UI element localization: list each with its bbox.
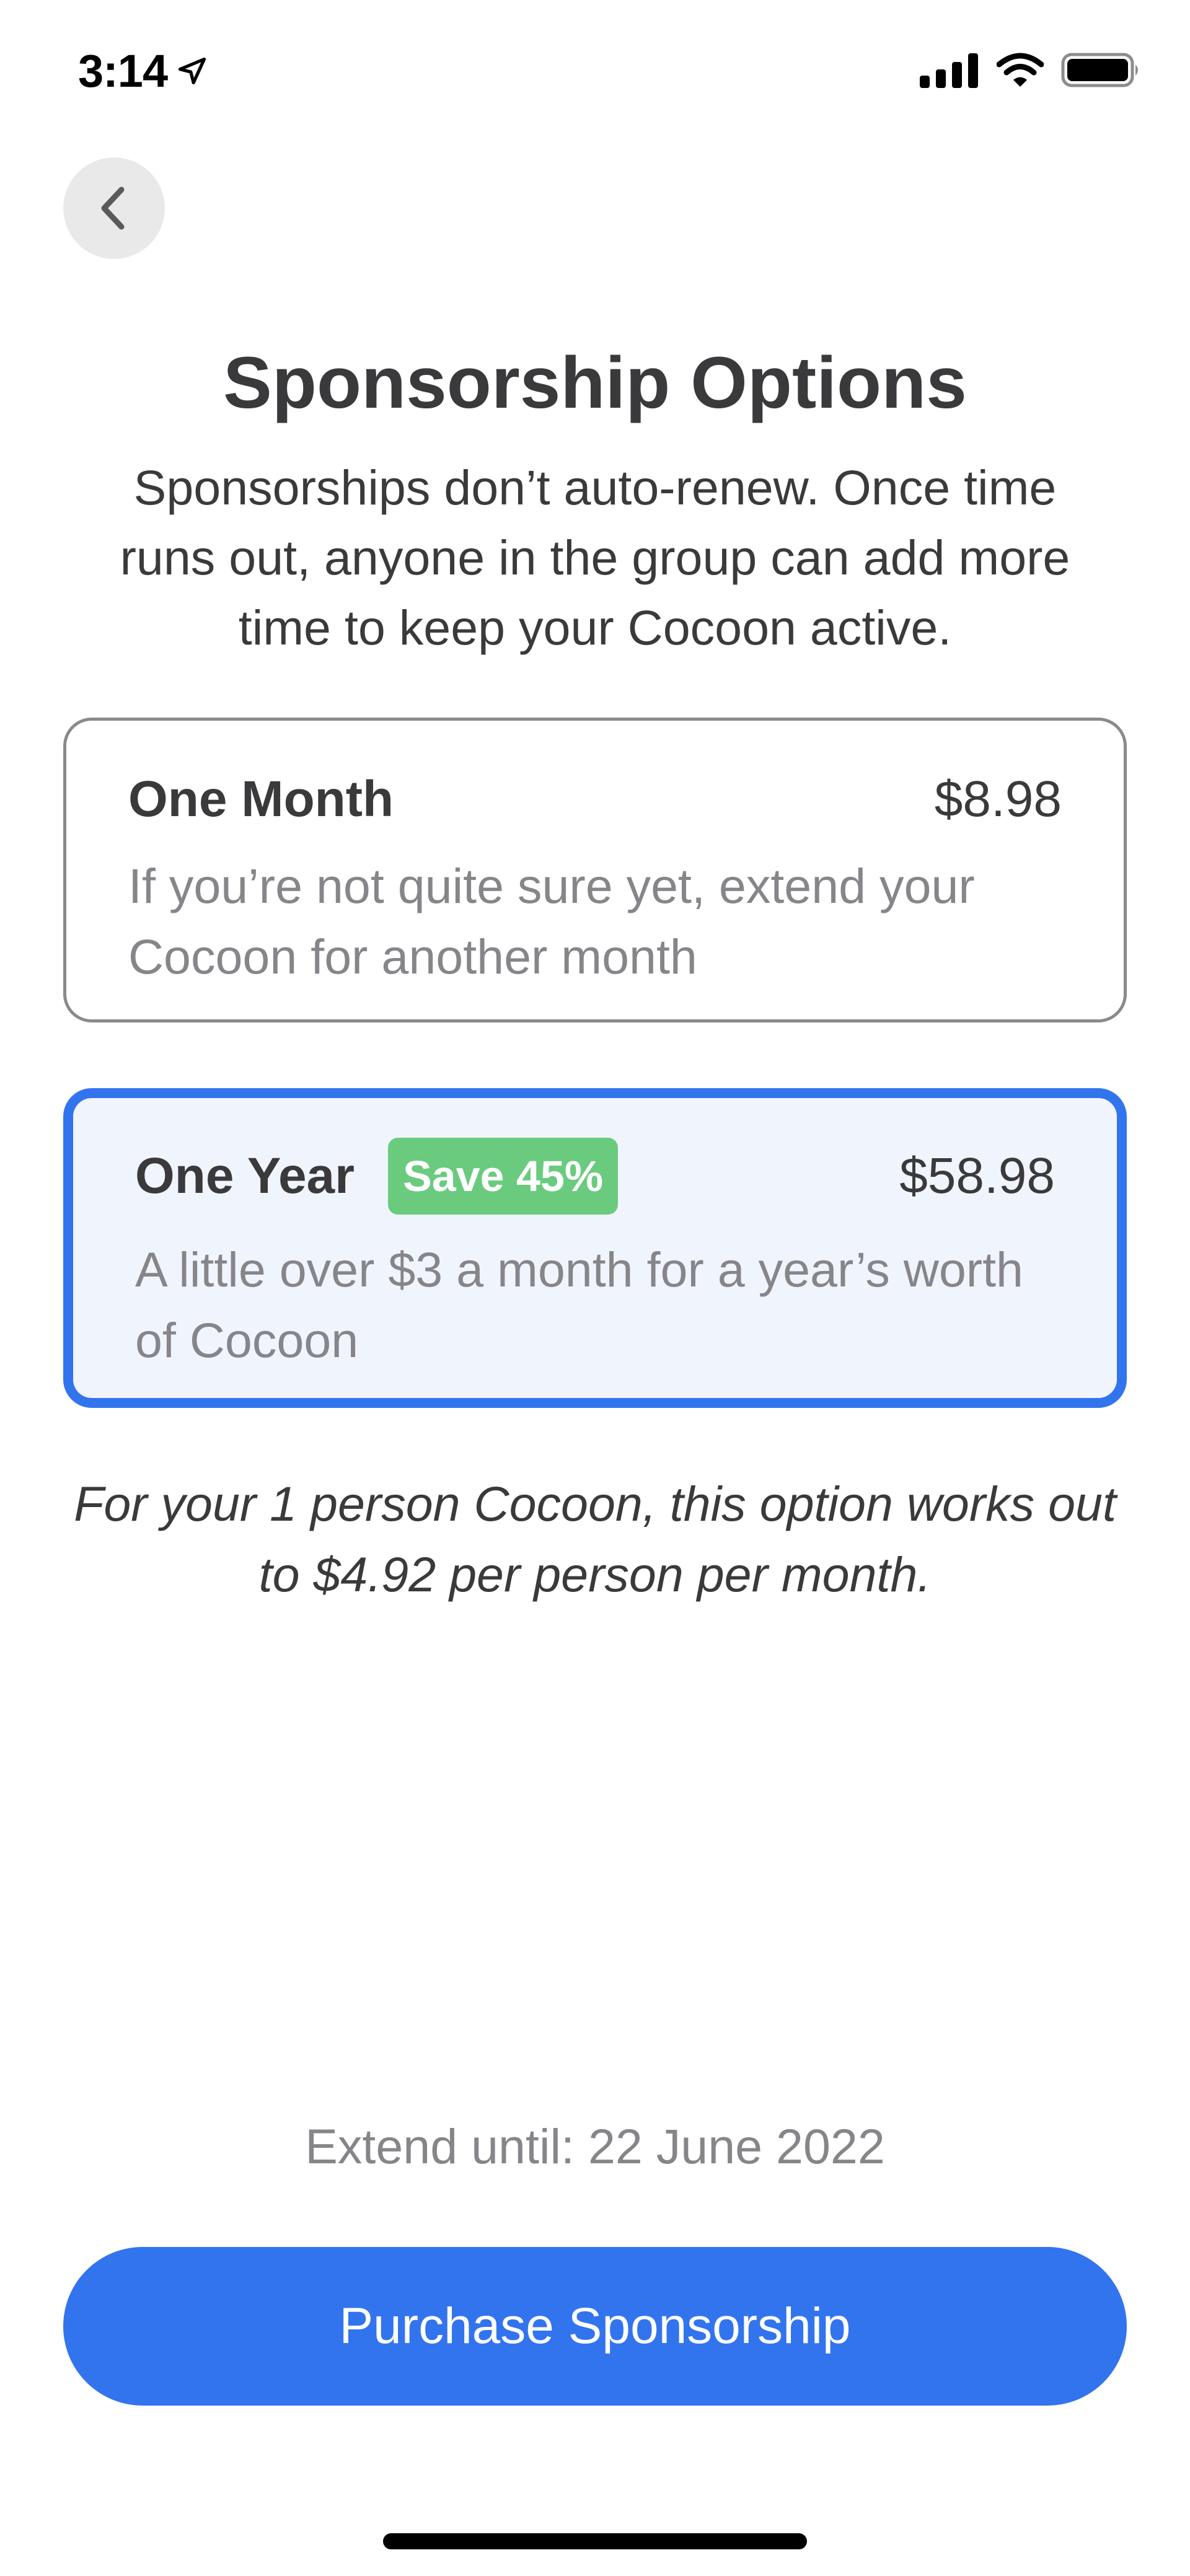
option-one-year[interactable]: One Year Save 45% $58.98 A little over $… [63,1088,1127,1408]
sponsorship-options-screen: 3:14 Sponsorship Options Sponsorships do… [0,0,1190,2576]
status-icons [920,52,1142,88]
option-price: $8.98 [934,771,1062,827]
option-description: A little over $3 a month for a year’s wo… [135,1242,1023,1368]
chevron-left-icon [101,187,125,230]
option-description: If you’re not quite sure yet, extend you… [128,858,975,984]
status-time-label: 3:14 [78,45,168,97]
page-title: Sponsorship Options [223,342,967,424]
wifi-icon [997,53,1044,87]
cellular-signal-icon [920,53,978,88]
save-badge: Save 45% [388,1138,619,1215]
location-arrow-icon [178,57,206,84]
status-time: 3:14 [78,45,208,97]
option-header: One Month $8.98 [128,770,1062,829]
option-name: One Year [135,1148,355,1204]
option-price: $58.98 [899,1148,1055,1204]
per-person-note: For your 1 person Cocoon, this option wo… [74,1476,1116,1602]
option-name-group: One Year Save 45% [135,1138,619,1215]
back-button[interactable] [63,157,165,259]
home-indicator[interactable] [383,2533,807,2549]
purchase-sponsorship-button[interactable]: Purchase Sponsorship [63,2247,1127,2406]
extend-until-text: Extend until: 22 June 2022 [305,2119,885,2174]
option-header: One Year Save 45% $58.98 [135,1138,1055,1215]
option-name: One Month [128,771,394,827]
option-one-month[interactable]: One Month $8.98 If you’re not quite sure… [63,718,1127,1022]
page-subtitle: Sponsorships don’t auto-renew. Once time… [120,460,1070,655]
battery-icon [1061,53,1138,87]
